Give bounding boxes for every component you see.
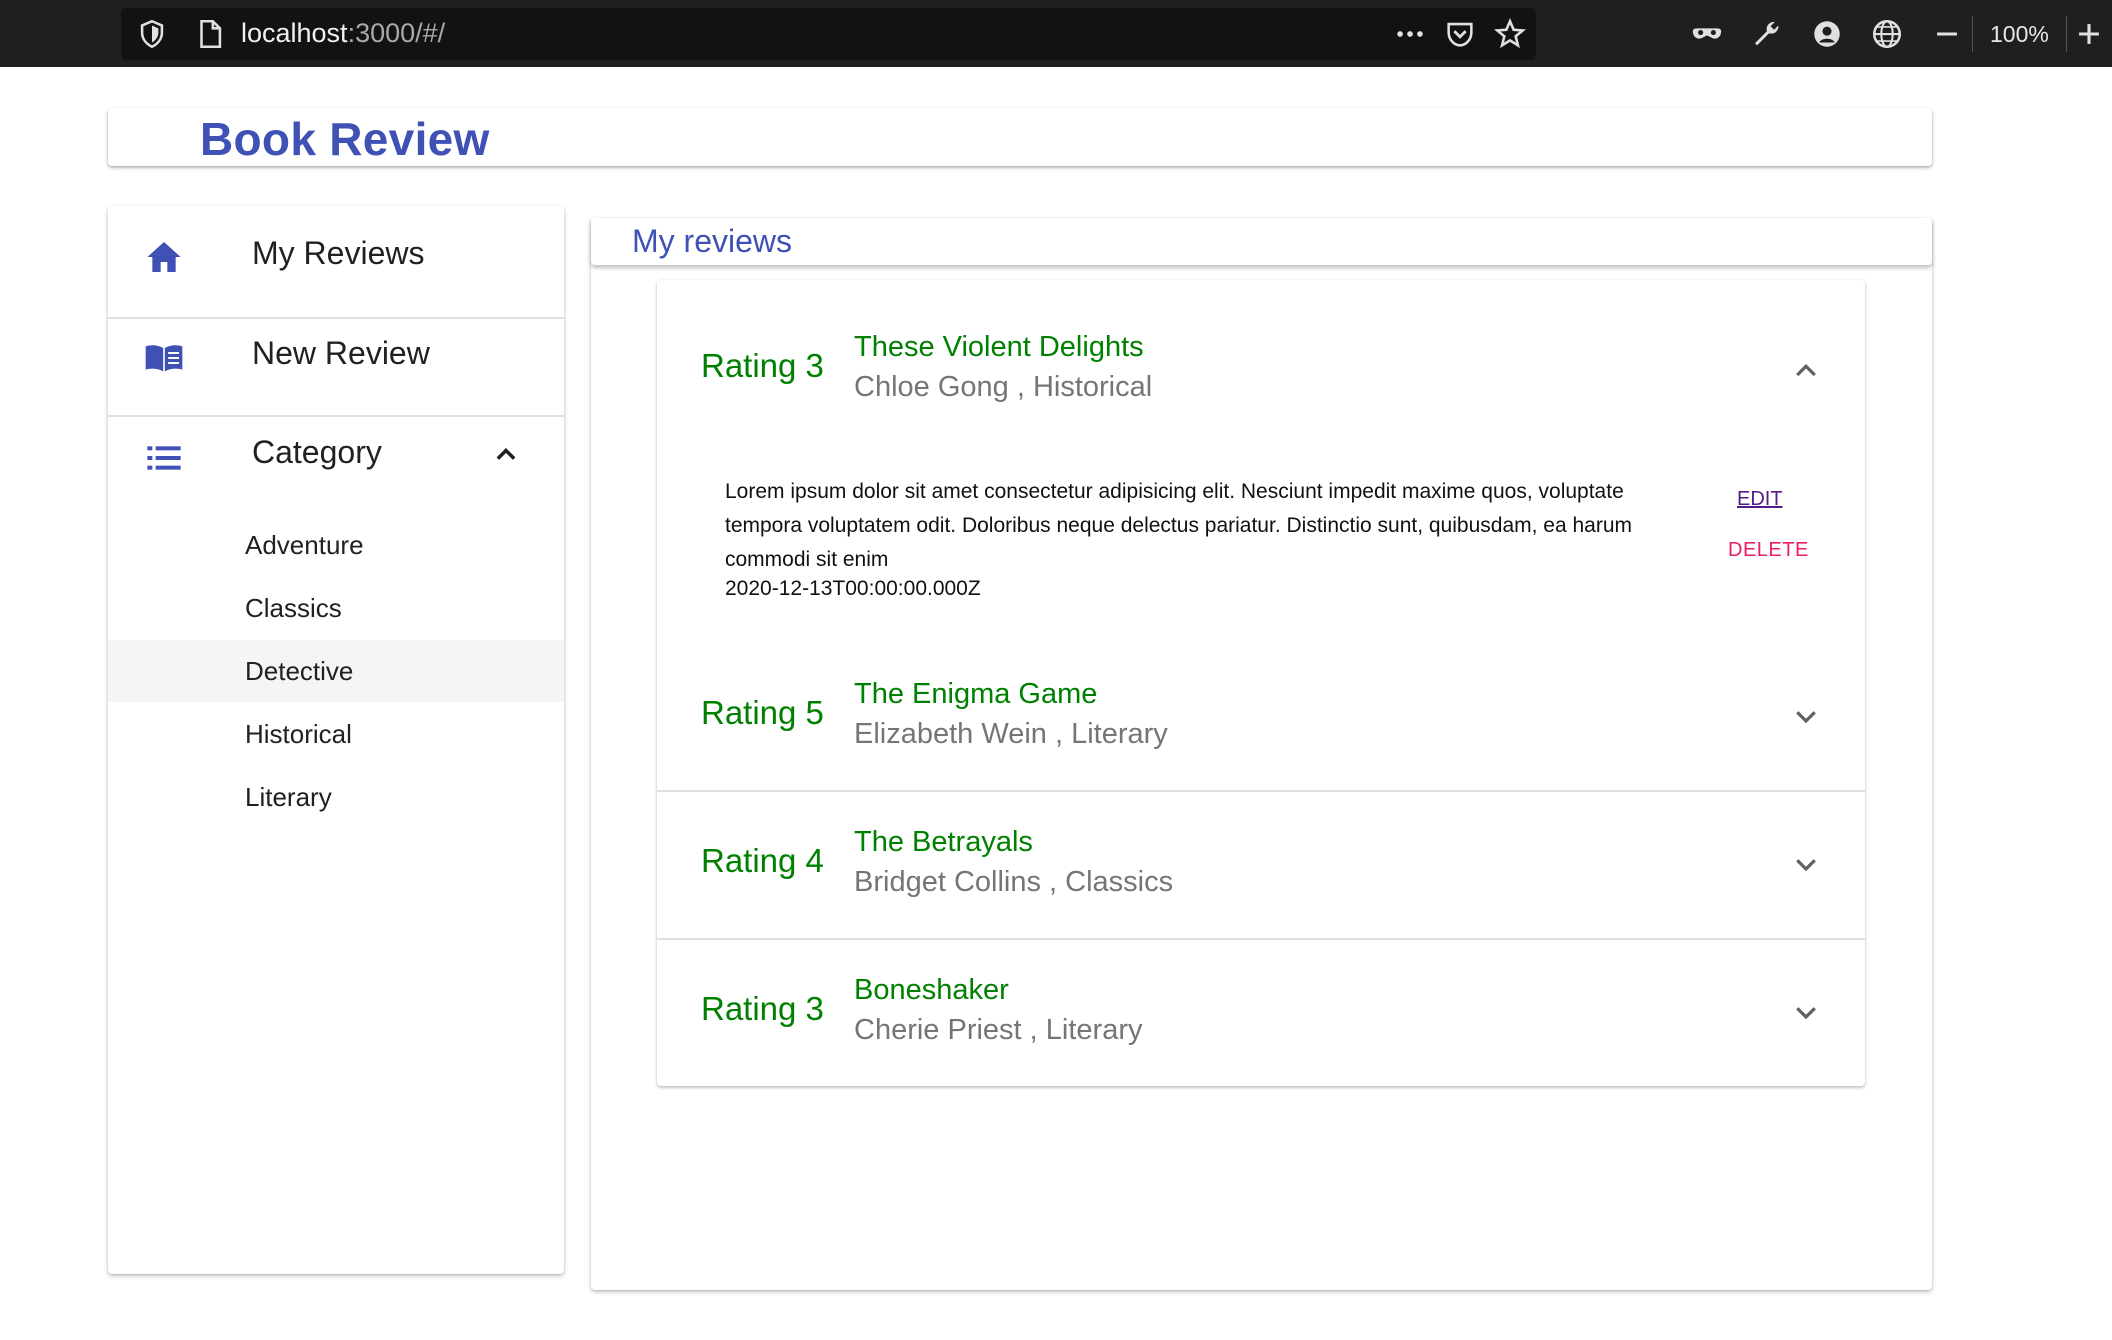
- sidebar-item-category[interactable]: Category: [108, 414, 564, 511]
- review-book-title: The Betrayals: [854, 826, 1033, 858]
- pocket-icon[interactable]: [1443, 17, 1477, 51]
- browser-toolbar: localhost:3000/#/ 100%: [0, 0, 2112, 67]
- chevron-down-icon[interactable]: [1791, 849, 1821, 879]
- category-label: Adventure: [245, 530, 364, 560]
- category-label: Literary: [245, 782, 332, 812]
- review-item: Rating 3 These Violent Delights Chloe Go…: [657, 280, 1865, 644]
- review-rating: Rating 3: [701, 347, 824, 384]
- page-title: My reviews: [632, 223, 793, 259]
- review-book-author-category: Cherie Priest , Literary: [854, 1014, 1143, 1046]
- toolbar-separator: [2066, 16, 2067, 52]
- reviews-accordion: Rating 3 These Violent Delights Chloe Go…: [657, 280, 1865, 1086]
- chevron-down-icon[interactable]: [1791, 997, 1821, 1027]
- review-book-title: These Violent Delights: [854, 331, 1144, 363]
- edit-button[interactable]: EDIT: [1737, 488, 1783, 511]
- list-icon: [147, 446, 181, 470]
- shield-icon[interactable]: [135, 17, 169, 51]
- chevron-down-icon[interactable]: [1791, 701, 1821, 731]
- sidebar-item-new-review[interactable]: New Review: [108, 316, 564, 413]
- review-book-title: Boneshaker: [854, 974, 1009, 1006]
- category-item-classics[interactable]: Classics: [108, 577, 564, 639]
- main-header: My reviews: [591, 218, 1932, 265]
- globe-icon[interactable]: [1870, 17, 1904, 51]
- review-date: 2020-12-13T00:00:00.000Z: [725, 577, 981, 600]
- delete-button[interactable]: DELETE: [1728, 539, 1809, 562]
- chevron-up-icon[interactable]: [1791, 355, 1821, 385]
- review-item[interactable]: Rating 4 The Betrayals Bridget Collins ,…: [657, 792, 1865, 940]
- category-item-historical[interactable]: Historical: [108, 703, 564, 765]
- sidebar-item-label: My Reviews: [252, 235, 425, 271]
- review-rating: Rating 4: [701, 842, 824, 879]
- zoom-in-icon[interactable]: [2072, 17, 2106, 51]
- review-summary[interactable]: Rating 3 These Violent Delights Chloe Go…: [657, 280, 1865, 440]
- category-item-adventure[interactable]: Adventure: [108, 514, 564, 576]
- review-book-author-category: Elizabeth Wein , Literary: [854, 718, 1168, 750]
- account-icon[interactable]: [1810, 17, 1844, 51]
- review-item[interactable]: Rating 5 The Enigma Game Elizabeth Wein …: [657, 644, 1865, 792]
- address-bar[interactable]: localhost:3000/#/: [121, 8, 1536, 60]
- book-icon: [145, 345, 183, 372]
- url-text: localhost:3000/#/: [241, 18, 446, 48]
- page-icon: [200, 19, 222, 49]
- chevron-up-icon[interactable]: [492, 440, 520, 468]
- review-item[interactable]: Rating 3 Boneshaker Cherie Priest , Lite…: [657, 940, 1865, 1086]
- category-item-detective[interactable]: Detective: [108, 640, 564, 702]
- category-label: Detective: [245, 656, 354, 686]
- wrench-icon[interactable]: [1750, 17, 1784, 51]
- category-label: Historical: [245, 719, 352, 749]
- toolbar-separator: [1972, 16, 1973, 52]
- review-book-title: The Enigma Game: [854, 678, 1098, 710]
- category-label: Classics: [245, 593, 342, 623]
- star-icon[interactable]: [1493, 17, 1527, 51]
- review-rating: Rating 5: [701, 694, 824, 731]
- sidebar-item-label: Category: [252, 434, 382, 470]
- home-icon: [147, 242, 181, 272]
- review-book-author-category: Bridget Collins , Classics: [854, 866, 1174, 898]
- more-icon[interactable]: [1393, 17, 1427, 51]
- sidebar-item-my-reviews[interactable]: My Reviews: [108, 206, 564, 303]
- review-text: Lorem ipsum dolor sit amet consectetur a…: [725, 480, 1632, 571]
- zoom-level[interactable]: 100%: [1990, 21, 2049, 48]
- zoom-out-icon[interactable]: [1930, 17, 1964, 51]
- category-item-literary[interactable]: Literary: [108, 766, 564, 828]
- app-bar: Book Review: [108, 108, 1932, 166]
- app-title: Book Review: [200, 113, 490, 165]
- review-rating: Rating 3: [701, 990, 824, 1027]
- mask-icon[interactable]: [1690, 17, 1724, 51]
- sidebar: My Reviews New Review Category Adventure…: [108, 206, 564, 1274]
- review-book-author-category: Chloe Gong , Historical: [854, 371, 1153, 403]
- sidebar-item-label: New Review: [252, 335, 430, 371]
